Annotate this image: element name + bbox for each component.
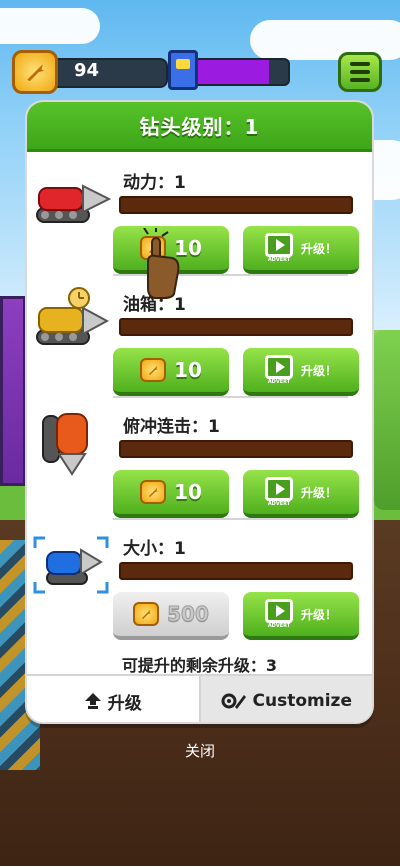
watch-ad-upgrade-button[interactable]: ADVERT 升级！ xyxy=(243,592,359,640)
coin-track xyxy=(42,58,168,88)
upgrade-label: 大小：1 xyxy=(123,539,186,559)
tab-customize-label: Customize xyxy=(252,691,352,711)
watch-ad-upgrade-button[interactable]: ADVERT 升级！ xyxy=(243,226,359,274)
tab-customize[interactable]: Customize xyxy=(200,676,372,722)
buy-upgrade-button[interactable]: 10 xyxy=(113,470,229,518)
hamburger-menu-icon xyxy=(350,62,370,66)
video-ad-icon: ADVERT xyxy=(264,477,293,507)
upgrade-label: 动力：1 xyxy=(123,173,186,193)
fuel-pump-icon xyxy=(168,50,198,90)
hamburger-menu-icon xyxy=(350,78,370,82)
video-ad-icon: ADVERT xyxy=(264,355,293,385)
upgrade-progress-bar xyxy=(119,318,353,336)
watch-ad-upgrade-button[interactable]: ADVERT 升级！ xyxy=(243,348,359,396)
row-divider xyxy=(113,518,348,520)
purple-building xyxy=(0,296,26,486)
watch-ad-upgrade-button[interactable]: ADVERT 升级！ xyxy=(243,470,359,518)
gear-pencil-icon xyxy=(221,693,246,709)
fuel-gauge xyxy=(168,50,292,90)
buy-upgrade-button[interactable]: 10 xyxy=(113,348,229,396)
upgrade-panel: 钻头级别：1 动力：1 10 ADVERT 升级！ 油箱：1 10 ADVERT… xyxy=(25,100,374,724)
upgrade-row-power: 动力：1 10 ADVERT 升级！ xyxy=(27,152,372,274)
bottom-tabs: 升级 Customize xyxy=(27,674,372,722)
hamburger-menu-icon xyxy=(350,70,370,74)
fuel-fill xyxy=(192,60,269,84)
buy-upgrade-button[interactable]: 500 xyxy=(113,592,229,640)
tab-upgrade[interactable]: 升级 xyxy=(27,676,201,722)
ad-upgrade-label: 升级！ xyxy=(300,363,337,378)
upgrade-row-fuel-tank: 油箱：1 10 ADVERT 升级！ xyxy=(27,274,372,396)
close-button[interactable]: 关闭 xyxy=(0,740,400,761)
upgrade-cost: 500 xyxy=(167,602,210,627)
upgrade-progress-bar xyxy=(119,196,353,214)
up-arrow-icon xyxy=(84,693,101,709)
ad-upgrade-label: 升级！ xyxy=(300,241,337,256)
row-divider xyxy=(113,396,348,398)
ad-upgrade-label: 升级！ xyxy=(300,485,337,500)
drill-coin-icon xyxy=(133,602,160,626)
upgrade-progress-bar xyxy=(119,440,353,458)
upgrade-label: 俯冲连击：1 xyxy=(123,417,220,437)
cloud xyxy=(0,8,100,44)
yellow-fuel-tank-icon xyxy=(36,287,110,345)
blue-drill-tank-icon xyxy=(33,536,109,594)
upgrade-cost: 10 xyxy=(174,358,202,382)
tab-upgrade-label: 升级 xyxy=(107,693,142,714)
panel-title: 钻头级别：1 xyxy=(139,115,260,139)
panel-header: 钻头级别：1 xyxy=(27,102,372,152)
drill-coin-icon xyxy=(140,358,167,382)
coin-amount: 94 xyxy=(74,60,100,81)
drill-coin-icon xyxy=(140,480,167,504)
upgrade-row-size: 大小：1 500 ADVERT 升级！ xyxy=(27,518,372,640)
upgrade-cost: 10 xyxy=(174,480,202,504)
orange-drill-combo-icon xyxy=(42,413,88,476)
upgrade-progress-bar xyxy=(119,562,353,580)
fuel-track xyxy=(190,58,290,86)
video-ad-icon: ADVERT xyxy=(264,233,293,263)
drill-coin-icon xyxy=(12,50,58,94)
pointing-hand-icon xyxy=(143,228,180,299)
remaining-upgrades-text: 可提升的剩余升级：3 xyxy=(121,656,278,675)
upgrade-row-dive-combo: 俯冲连击：1 10 ADVERT 升级！ xyxy=(27,396,372,518)
ad-upgrade-label: 升级！ xyxy=(300,607,337,622)
menu-button[interactable] xyxy=(338,52,382,92)
red-drill-tank-icon xyxy=(36,184,112,223)
video-ad-icon: ADVERT xyxy=(264,599,293,629)
green-bush xyxy=(374,330,400,510)
